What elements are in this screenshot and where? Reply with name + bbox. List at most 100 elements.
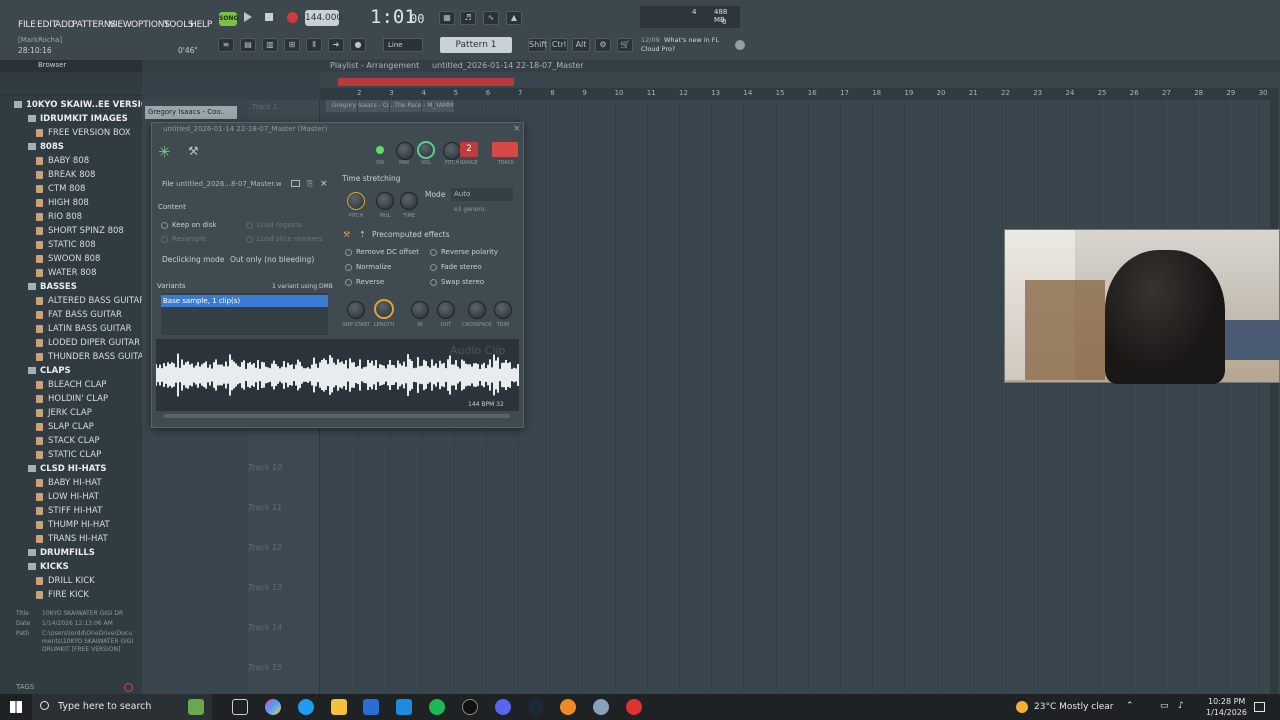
wrench-icon[interactable]: ⚒: [188, 144, 199, 158]
browser-file-item[interactable]: BABY HI-HAT: [36, 476, 102, 490]
browser-file-item[interactable]: DRILL KICK: [36, 574, 95, 588]
file-explorer-icon[interactable]: [331, 699, 347, 715]
browser-file-item[interactable]: HOLDIN' CLAP: [36, 392, 108, 406]
piano-roll-icon[interactable]: ▥: [262, 38, 278, 52]
browser-file-item[interactable]: CTM 808: [36, 182, 85, 196]
playlist-icon[interactable]: ≡: [218, 38, 234, 52]
browser-file-item[interactable]: STATIC CLAP: [36, 448, 101, 462]
effect-option[interactable]: Remove DC offset: [345, 248, 419, 256]
volume-knob[interactable]: [417, 141, 435, 159]
start-icon[interactable]: [10, 701, 22, 713]
tags-label[interactable]: TAGS: [16, 683, 34, 691]
browser-file-item[interactable]: JERK CLAP: [36, 406, 92, 420]
effect-option[interactable]: Reverse polarity: [430, 248, 498, 256]
search-icon[interactable]: [124, 683, 133, 692]
browser-file-item[interactable]: SHORT SPINZ 808: [36, 224, 124, 238]
track-number[interactable]: 2: [460, 142, 478, 157]
mode-select[interactable]: Auto: [451, 188, 513, 201]
browser-folder-item[interactable]: CLAPS: [28, 364, 71, 378]
channel-rack-icon[interactable]: ▤: [240, 38, 256, 52]
effect-option[interactable]: Fade stereo: [430, 263, 482, 271]
browser-file-item[interactable]: LATIN BASS GUITAR: [36, 322, 132, 336]
browser-file-item[interactable]: BLEACH CLAP: [36, 378, 106, 392]
browser-file-item[interactable]: TRANS HI-HAT: [36, 532, 108, 546]
browser-file-item[interactable]: THUNDER BASS GUITAR: [36, 350, 142, 364]
load-regions-option[interactable]: Load regions: [246, 221, 302, 229]
menu-help[interactable]: HELP: [190, 20, 212, 30]
browser-file-item[interactable]: FIRE KICK: [36, 588, 89, 602]
length-knob[interactable]: [374, 299, 394, 319]
effect-option[interactable]: Reverse: [345, 278, 384, 286]
ts-mul-knob[interactable]: [376, 192, 394, 210]
browser-file-item[interactable]: STIFF HI-HAT: [36, 504, 102, 518]
clock-time[interactable]: 10:28 PM: [1208, 697, 1245, 706]
browser-folder-item[interactable]: KICKS: [28, 560, 69, 574]
news-line2[interactable]: Cloud Pro?: [641, 45, 675, 53]
browser-file-item[interactable]: FREE VERSION BOX: [36, 126, 131, 140]
game-icon[interactable]: [188, 699, 204, 715]
effect-option[interactable]: Swap stereo: [430, 278, 484, 286]
browser-file-item[interactable]: SLAP CLAP: [36, 420, 94, 434]
loop-region[interactable]: [338, 78, 514, 86]
weather-icon[interactable]: [1016, 701, 1028, 713]
browser-folder-item[interactable]: BASSES: [28, 280, 77, 294]
browser-file-item[interactable]: WATER 808: [36, 266, 97, 280]
folder-icon[interactable]: [291, 180, 300, 187]
browser-folder-item[interactable]: 10KYO SKAIW..EE VERSION]: [14, 98, 142, 112]
taskbar-search[interactable]: Type here to search: [32, 694, 212, 720]
browser-file-item[interactable]: FAT BASS GUITAR: [36, 308, 122, 322]
playlist-scrollbar[interactable]: [1270, 88, 1278, 694]
arrow-icon[interactable]: ➜: [328, 38, 344, 52]
browser-file-item[interactable]: ALTERED BASS GUITAR: [36, 294, 142, 308]
out-knob[interactable]: [437, 301, 455, 319]
browser-file-item[interactable]: HIGH 808: [36, 196, 89, 210]
menu-view[interactable]: VIEW: [109, 20, 132, 30]
browser-file-item[interactable]: BREAK 808: [36, 168, 95, 182]
ts-pitch-knob[interactable]: [347, 192, 365, 210]
pin-icon[interactable]: ⇡: [359, 230, 366, 239]
step-edit-icon[interactable]: ♬: [460, 11, 476, 25]
wait-input-icon[interactable]: ∿: [483, 11, 499, 25]
discord-icon[interactable]: [495, 699, 511, 715]
browser-folder-item[interactable]: IDRUMKIT IMAGES: [28, 112, 128, 126]
browser-folder-item[interactable]: 808S: [28, 140, 64, 154]
browser-folder-item[interactable]: CLSD HI-HATS: [28, 462, 107, 476]
weather-text[interactable]: 23°C Mostly clear: [1034, 702, 1113, 712]
microphone-icon[interactable]: ●: [350, 38, 366, 52]
resample-option[interactable]: Resample: [161, 235, 206, 243]
record-icon[interactable]: [287, 12, 298, 23]
keep-on-disk-option[interactable]: Keep on disk: [161, 221, 217, 229]
remove-file-icon[interactable]: ×: [320, 179, 328, 189]
track-select[interactable]: [492, 142, 518, 157]
obs-icon[interactable]: [626, 699, 642, 715]
pan-knob[interactable]: [396, 142, 414, 160]
ts-time-knob[interactable]: [400, 192, 418, 210]
on-led[interactable]: [376, 146, 384, 154]
store-icon[interactable]: [363, 699, 379, 715]
network-icon[interactable]: ▭: [1160, 701, 1169, 711]
task-view-icon[interactable]: [232, 699, 248, 715]
menu-tools[interactable]: TOOLS: [164, 20, 194, 30]
chevron-up-icon[interactable]: ⌃: [1126, 701, 1134, 711]
settings-icon[interactable]: ⚙: [595, 38, 611, 52]
waveform-tab-icon[interactable]: ✳: [158, 143, 171, 161]
cart-icon[interactable]: 🛒: [617, 38, 633, 52]
file-name[interactable]: untitled_2026...8-07_Master.wav: [176, 180, 282, 188]
menu-edit[interactable]: EDIT: [37, 20, 57, 30]
song-mode-toggle[interactable]: SONG: [219, 12, 238, 26]
news-line1[interactable]: What's new in FL: [664, 36, 719, 44]
notification-icon[interactable]: [1254, 702, 1265, 712]
browser-file-item[interactable]: STACK CLAP: [36, 434, 100, 448]
app-icon[interactable]: [593, 699, 609, 715]
edge-icon[interactable]: [298, 699, 314, 715]
waveform-scrollbar[interactable]: [164, 414, 510, 418]
close-icon[interactable]: ×: [513, 124, 521, 134]
snap-select[interactable]: Line: [383, 38, 423, 52]
mixer-icon[interactable]: ⊞: [284, 38, 300, 52]
browser-file-item[interactable]: SWOON 808: [36, 252, 100, 266]
pitch-knob[interactable]: [443, 142, 461, 160]
declick-select[interactable]: Out only (no bleeding): [230, 253, 326, 266]
volume-icon[interactable]: ♪: [1178, 701, 1184, 711]
fl-studio-icon[interactable]: [560, 699, 576, 715]
load-slice-markers-option[interactable]: Load slice markers: [246, 235, 323, 243]
